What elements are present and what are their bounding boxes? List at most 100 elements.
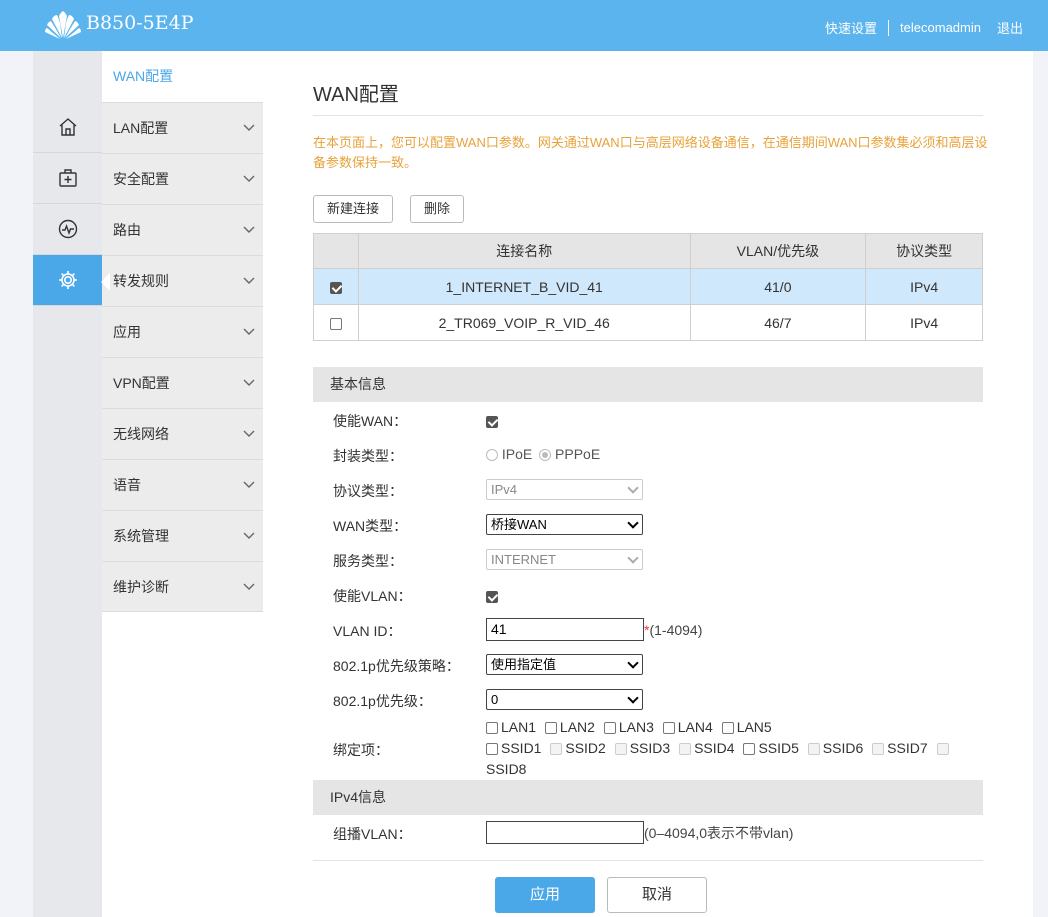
bind-checkbox[interactable] bbox=[662, 722, 675, 735]
cancel-button[interactable]: 取消 bbox=[607, 877, 707, 913]
bind-item[interactable]: LAN2 bbox=[544, 719, 595, 735]
table-row[interactable]: 1_INTERNET_B_VID_41 41/0 IPv4 bbox=[313, 268, 983, 305]
apply-button[interactable]: 应用 bbox=[495, 877, 595, 913]
chevron-down-icon bbox=[243, 430, 255, 437]
bind-label: SSID1 bbox=[501, 740, 542, 756]
menu-item-label: 路由 bbox=[113, 222, 141, 238]
binding-lan-row: LAN1 LAN2 LAN3 LAN4 LAN5 bbox=[486, 719, 777, 735]
row-select-cell bbox=[313, 304, 359, 341]
menu-item-security[interactable]: 安全配置 bbox=[102, 153, 263, 204]
wan-type-select[interactable]: 桥接WAN bbox=[486, 514, 643, 535]
menu-item-forwarding[interactable]: 转发规则 bbox=[101, 255, 263, 306]
protocol-type-control: IPv4 bbox=[486, 479, 643, 500]
priority-policy-select[interactable]: 使用指定值 bbox=[486, 654, 643, 675]
footer-divider bbox=[313, 860, 983, 861]
service-type-select[interactable]: INTERNET bbox=[486, 549, 643, 570]
bind-label: SSID6 bbox=[822, 740, 864, 756]
delete-button[interactable]: 删除 bbox=[410, 195, 465, 223]
bind-label: LAN2 bbox=[559, 719, 595, 735]
chevron-down-icon bbox=[243, 226, 255, 233]
enable-wan-checkbox[interactable] bbox=[486, 416, 498, 429]
multicast-vlan-hint: (0–4094,0表示不带vlan) bbox=[644, 824, 794, 841]
pppoe-radio[interactable] bbox=[539, 449, 552, 462]
menu-item-vpn[interactable]: VPN配置 bbox=[102, 357, 263, 408]
protocol-type-select[interactable]: IPv4 bbox=[486, 479, 643, 500]
bind-item[interactable]: LAN5 bbox=[721, 719, 772, 735]
menu-item-system[interactable]: 系统管理 bbox=[102, 510, 263, 561]
chevron-down-icon bbox=[243, 583, 255, 590]
new-connection-button[interactable]: 新建连接 bbox=[313, 195, 394, 223]
table-header-row: 连接名称 VLAN/优先级 协议类型 bbox=[313, 233, 983, 269]
bind-checkbox[interactable] bbox=[486, 722, 498, 735]
row-checkbox[interactable] bbox=[329, 281, 342, 294]
user-name[interactable]: telecomadmin bbox=[900, 20, 981, 35]
rail-status[interactable] bbox=[33, 204, 102, 255]
bind-item[interactable]: LAN1 bbox=[486, 719, 536, 735]
device-model: B850-5E4P bbox=[86, 12, 194, 34]
rail-home[interactable] bbox=[33, 102, 102, 153]
bind-checkbox[interactable] bbox=[603, 722, 616, 735]
enable-wan-label: 使能WAN： bbox=[333, 413, 408, 429]
icon-rail bbox=[33, 51, 102, 917]
priority-select[interactable]: 0 bbox=[486, 689, 643, 710]
side-menu: WAN配置 LAN配置 安全配置 路由 转发规则 应用 VPN配置 无线网络 语… bbox=[101, 51, 263, 917]
bind-item: SSID7 bbox=[872, 740, 928, 756]
priority-control: 0 bbox=[486, 689, 643, 710]
rail-advanced[interactable] bbox=[33, 255, 102, 306]
main-panel: WAN配置 在本页面上，您可以配置WAN口参数。网关通过WAN口与高层网络设备通… bbox=[263, 51, 1033, 917]
bind-item[interactable]: LAN3 bbox=[603, 719, 654, 735]
chevron-down-icon bbox=[243, 379, 255, 386]
chevron-down-icon bbox=[243, 328, 255, 335]
quick-setup-link[interactable]: 快速设置 bbox=[825, 18, 877, 37]
table-row[interactable]: 2_TR069_VOIP_R_VID_46 46/7 IPv4 bbox=[313, 304, 983, 341]
menu-item-diagnosis[interactable]: 维护诊断 bbox=[102, 561, 263, 612]
menu-item-wireless[interactable]: 无线网络 bbox=[102, 408, 263, 459]
chevron-down-icon bbox=[243, 124, 255, 131]
binding-label: 绑定项： bbox=[333, 742, 389, 758]
bind-item: SSID6 bbox=[807, 740, 864, 756]
wan-connection-table: 连接名称 VLAN/优先级 协议类型 1_INTERNET_B_VID_41 4… bbox=[313, 233, 983, 341]
bind-checkbox[interactable] bbox=[486, 743, 498, 756]
service-type-label: 服务类型： bbox=[333, 553, 403, 569]
bind-checkbox[interactable] bbox=[544, 722, 557, 735]
home-icon bbox=[59, 118, 76, 136]
menu-item-application[interactable]: 应用 bbox=[102, 306, 263, 357]
menu-current-wan[interactable]: WAN配置 bbox=[102, 51, 263, 102]
vlan-priority-cell: 41/0 bbox=[689, 268, 867, 305]
row-checkbox[interactable] bbox=[329, 317, 342, 330]
page-title: WAN配置 bbox=[313, 84, 399, 106]
enable-vlan-checkbox[interactable] bbox=[486, 591, 498, 604]
bind-checkbox bbox=[550, 743, 563, 756]
vlan-id-label: VLAN ID： bbox=[333, 623, 402, 639]
menu-item-lan[interactable]: LAN配置 bbox=[102, 102, 263, 153]
bind-checkbox[interactable] bbox=[743, 743, 756, 756]
bind-label: LAN1 bbox=[501, 719, 537, 735]
bind-item[interactable]: LAN4 bbox=[662, 719, 713, 735]
multicast-vlan-control: (0–4094,0表示不带vlan) bbox=[486, 821, 793, 844]
menu-item-label: 维护诊断 bbox=[113, 578, 169, 595]
ipoe-label: IPoE bbox=[501, 446, 533, 462]
enable-vlan-control bbox=[486, 588, 498, 604]
header-divider bbox=[888, 19, 890, 36]
connection-name-cell[interactable]: 1_INTERNET_B_VID_41 bbox=[357, 268, 691, 305]
menu-item-routing[interactable]: 路由 bbox=[102, 204, 263, 255]
logout-link[interactable]: 退出 bbox=[997, 18, 1023, 37]
multicast-vlan-input[interactable] bbox=[486, 821, 644, 844]
connection-name-cell[interactable]: 2_TR069_VOIP_R_VID_46 bbox=[357, 304, 691, 341]
column-header: 协议类型 bbox=[865, 233, 983, 269]
rail-toolbox[interactable] bbox=[33, 153, 102, 204]
bind-label: SSID4 bbox=[694, 740, 735, 756]
menu-item-voice[interactable]: 语音 bbox=[102, 459, 263, 510]
header-links: 快速设置 telecomadmin 退出 bbox=[825, 18, 1023, 37]
bind-item[interactable]: SSID1 bbox=[486, 740, 541, 756]
bind-checkbox bbox=[807, 743, 820, 756]
gear-icon bbox=[58, 271, 77, 289]
bind-item: SSID2 bbox=[550, 740, 606, 756]
vlan-id-input[interactable]: 41 bbox=[486, 618, 644, 641]
binding-ssid8-row: SSID8 bbox=[486, 761, 526, 777]
bind-item[interactable]: SSID5 bbox=[743, 740, 799, 756]
ipv4-info-section: IPv4信息 bbox=[313, 780, 983, 815]
ipoe-radio[interactable] bbox=[486, 449, 498, 462]
bind-item: SSID4 bbox=[679, 740, 735, 756]
bind-checkbox[interactable] bbox=[721, 722, 734, 735]
